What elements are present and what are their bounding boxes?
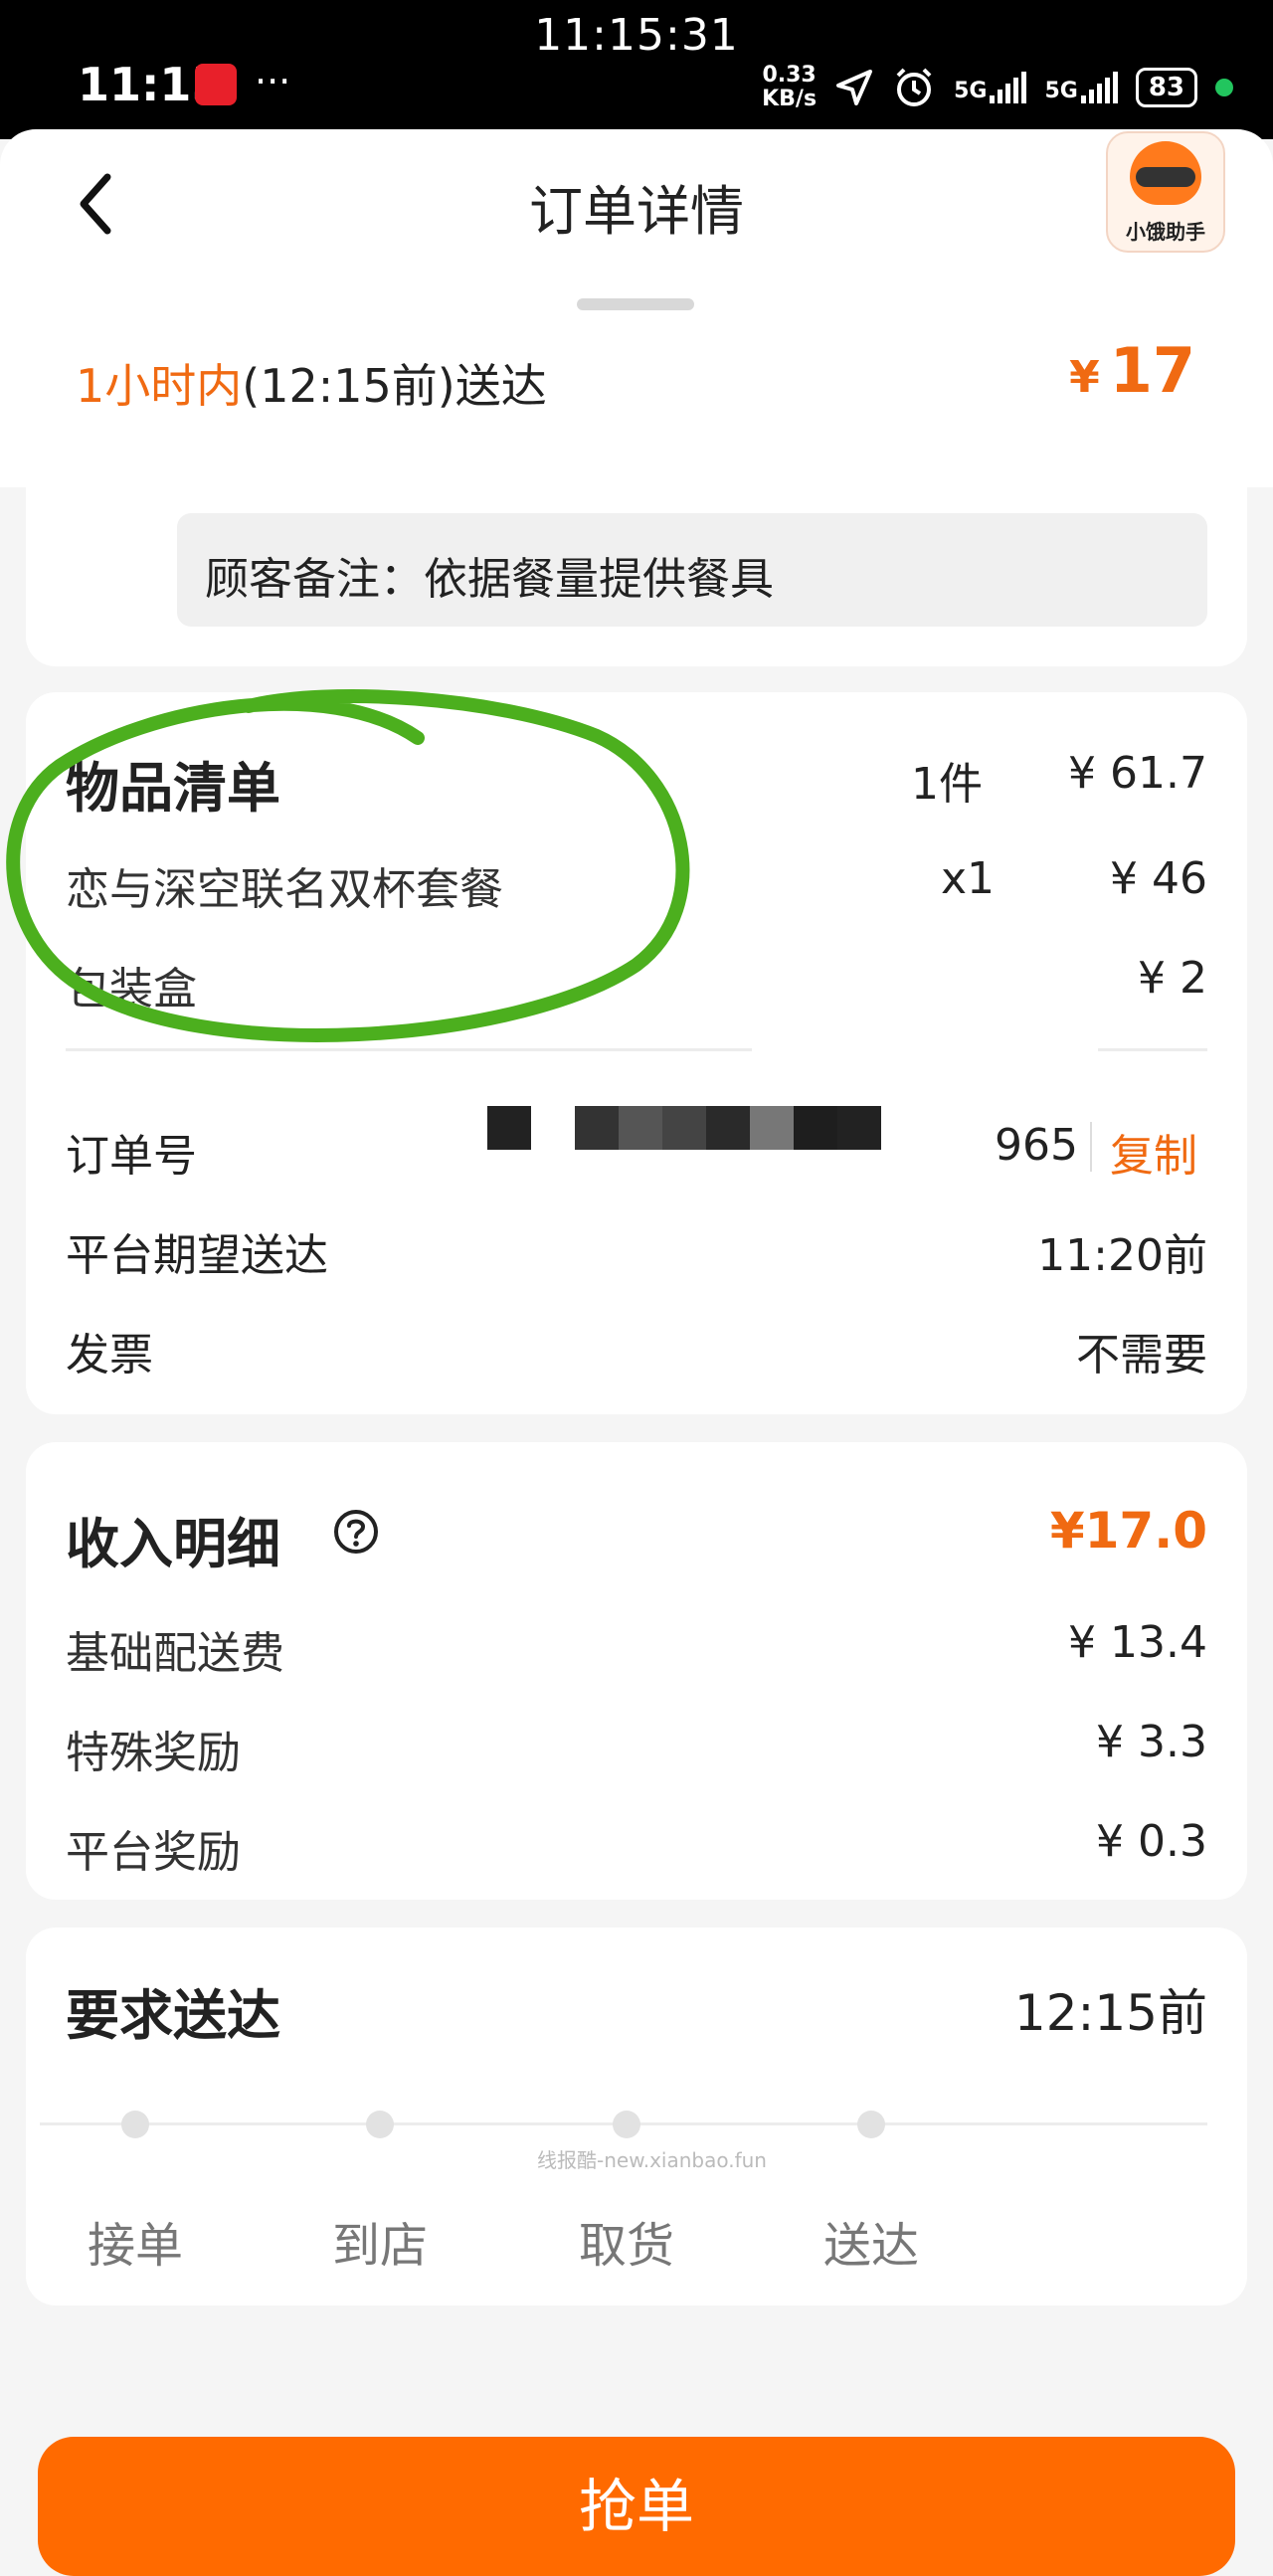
divider (1098, 1048, 1207, 1051)
step-dot (121, 2111, 149, 2138)
notification-app-icon (195, 64, 237, 105)
step-pickup: 取货 (578, 2218, 674, 2274)
required-time: 12:15前 (1013, 1984, 1207, 2042)
income-total: ¥17.0 (1049, 1502, 1207, 1560)
income-title: 收入明细 (66, 1513, 280, 1575)
annotation-circle (6, 689, 690, 1042)
status-indicators: 0.33 KB/s 5G 5G 83 (762, 58, 1233, 117)
eta-highlight: 1小时内 (76, 359, 243, 413)
income-row-label: 特殊奖励 (66, 1728, 241, 1778)
expected-delivery-label: 平台期望送达 (66, 1230, 328, 1281)
step-accept: 接单 (87, 2218, 183, 2274)
alarm-icon (896, 68, 932, 106)
redacted-order-number (487, 1106, 905, 1150)
order-number-label: 订单号 (66, 1131, 197, 1182)
signal-5g-1: 5G (954, 72, 1027, 103)
order-number-tail: 965 (995, 1120, 1078, 1171)
help-icon[interactable] (332, 1508, 380, 1556)
income-row-value: ¥ 3.3 (1096, 1717, 1207, 1767)
battery-indicator: 83 (1135, 68, 1197, 107)
item-price: ¥ 46 (1110, 853, 1207, 904)
assistant-label: 小饿助手 (1126, 220, 1205, 244)
items-total: ¥ 61.7 (1068, 748, 1207, 799)
customer-note: 顾客备注：依据餐量提供餐具 (205, 554, 774, 605)
signal-5g-2: 5G (1044, 72, 1118, 103)
step-arrive-store: 到店 (331, 2218, 428, 2274)
income-row-label: 平台奖励 (66, 1827, 241, 1878)
separator (1090, 1122, 1092, 1172)
step-dot (366, 2111, 394, 2138)
order-price: ¥17 (1069, 334, 1195, 407)
screenshot-time: 11:15:31 (534, 10, 739, 61)
items-count: 1件 (911, 759, 983, 810)
more-notifications-icon: ··· (255, 60, 291, 103)
income-row-value: ¥ 0.3 (1096, 1816, 1207, 1867)
invoice-label: 发票 (66, 1330, 153, 1380)
item-qty: x1 (941, 853, 996, 904)
network-speed: 0.33 KB/s (762, 63, 818, 111)
invoice-value: 不需要 (1076, 1330, 1207, 1380)
expected-delivery-value: 11:20前 (1037, 1230, 1207, 1281)
drag-handle[interactable] (577, 298, 694, 310)
step-deliver: 送达 (822, 2218, 919, 2274)
eta-text: (12:15前)送达 (242, 359, 547, 413)
item-price: ¥ 2 (1138, 953, 1207, 1004)
step-dot (613, 2111, 640, 2138)
status-bar: 11:15:31 11:15 ··· 0.33 KB/s 5G 5G 83 (0, 0, 1273, 139)
income-row-value: ¥ 13.4 (1068, 1617, 1207, 1668)
assistant-button[interactable]: 小饿助手 (1106, 131, 1225, 253)
required-title: 要求送达 (66, 1984, 280, 2047)
grab-order-button[interactable]: 抢单 (38, 2437, 1235, 2576)
delivery-eta: 1小时内(12:15前)送达 (76, 350, 547, 416)
page-title: 订单详情 (529, 180, 744, 243)
copy-button[interactable]: 复制 (1110, 1120, 1197, 1184)
watermark-url: 线报酷-new.xianbao.fun (537, 2148, 767, 2172)
step-dot (857, 2111, 885, 2138)
status-dot (1215, 79, 1233, 96)
location-icon (836, 70, 873, 105)
income-row-label: 基础配送费 (66, 1628, 284, 1679)
